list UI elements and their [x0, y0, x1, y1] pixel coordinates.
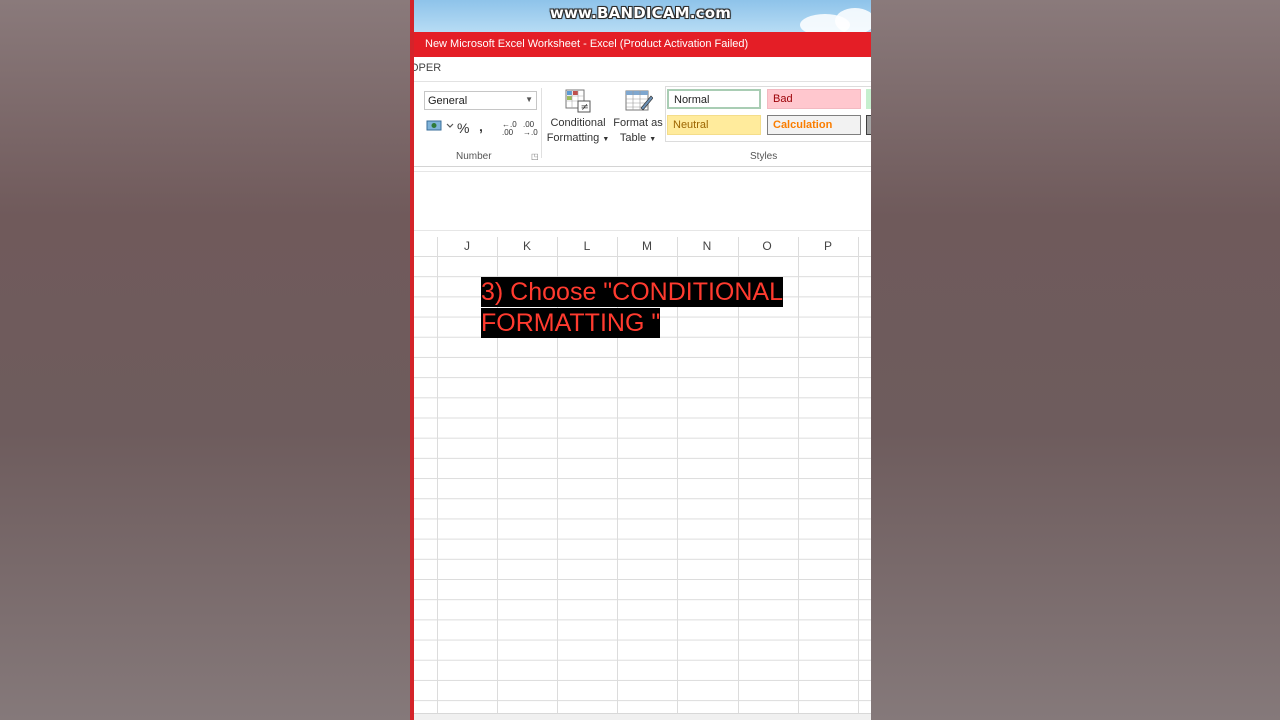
caption-line-1: 3) Choose "CONDITIONAL: [481, 277, 784, 307]
style-normal[interactable]: Normal: [667, 89, 761, 109]
ribbon-tab-fragment[interactable]: OPER: [410, 62, 441, 74]
style-check-cell-partial[interactable]: [866, 115, 871, 135]
blurred-background-right: [871, 0, 1280, 720]
styles-group-label: Styles: [750, 151, 778, 162]
comma-style-button[interactable]: ‚: [479, 118, 483, 134]
column-header[interactable]: N: [677, 237, 737, 256]
chevron-down-icon: ▼: [649, 136, 657, 143]
style-good-partial[interactable]: [866, 89, 871, 109]
format-as-table-label-1: Format as: [613, 117, 663, 129]
sheet-tabs-bar: [410, 713, 871, 720]
percent-style-button[interactable]: %: [457, 120, 469, 136]
conditional-formatting-label-2: Formatting: [546, 132, 600, 144]
style-neutral[interactable]: Neutral: [667, 115, 761, 135]
dialog-launcher-icon[interactable]: ◳: [531, 152, 539, 161]
tutorial-caption: 3) Choose "CONDITIONAL FORMATTING ": [481, 277, 784, 339]
blurred-background-left: [0, 0, 410, 720]
style-calculation[interactable]: Calculation: [767, 115, 861, 135]
gridline: [858, 237, 859, 716]
title-bar: New Microsoft Excel Worksheet - Excel (P…: [410, 32, 871, 57]
accounting-format-button[interactable]: [426, 118, 456, 137]
number-group-label: Number: [456, 151, 492, 162]
format-as-table-button[interactable]: Format as Table ▼: [607, 88, 669, 148]
column-header[interactable]: O: [737, 237, 797, 256]
column-header[interactable]: L: [557, 237, 617, 256]
column-header[interactable]: M: [617, 237, 677, 256]
increase-decimal-button[interactable]: ←.0 .00: [502, 121, 517, 137]
window-title: New Microsoft Excel Worksheet - Excel (P…: [425, 38, 749, 50]
column-header[interactable]: K: [497, 237, 557, 256]
table-icon: [623, 88, 654, 114]
number-format-dropdown[interactable]: General ▼: [424, 91, 537, 110]
formula-bar-area[interactable]: [410, 171, 871, 231]
caption-line-2: FORMATTING ": [481, 308, 661, 338]
number-format-value: General: [428, 95, 468, 107]
column-header[interactable]: P: [798, 237, 858, 256]
gridline: [437, 237, 438, 716]
column-header[interactable]: J: [437, 237, 497, 256]
conditional-formatting-button[interactable]: ≠ Conditional Formatting ▼: [545, 88, 611, 148]
conditional-formatting-icon: ≠: [563, 88, 593, 114]
conditional-formatting-label-1: Conditional: [550, 117, 606, 129]
group-separator: [541, 88, 542, 158]
style-bad[interactable]: Bad: [767, 89, 861, 109]
excel-window: www.BANDICAM.com New Microsoft Excel Wor…: [410, 0, 871, 720]
currency-icon: [426, 120, 454, 131]
chevron-down-icon: ▼: [525, 95, 533, 104]
gridline: [798, 237, 799, 716]
ribbon-tabs-row: OPER: [410, 57, 871, 82]
decrease-decimal-button[interactable]: .00 →.0: [523, 121, 538, 137]
format-as-table-label-2: Table: [619, 132, 647, 144]
window-border-accent: [410, 0, 414, 720]
recorder-watermark: www.BANDICAM.com: [549, 4, 732, 22]
svg-text:≠: ≠: [581, 102, 589, 113]
ribbon: General ▼ % ‚ ←.0 .00 .00 →.0 Number ◳ ≠…: [410, 82, 871, 167]
